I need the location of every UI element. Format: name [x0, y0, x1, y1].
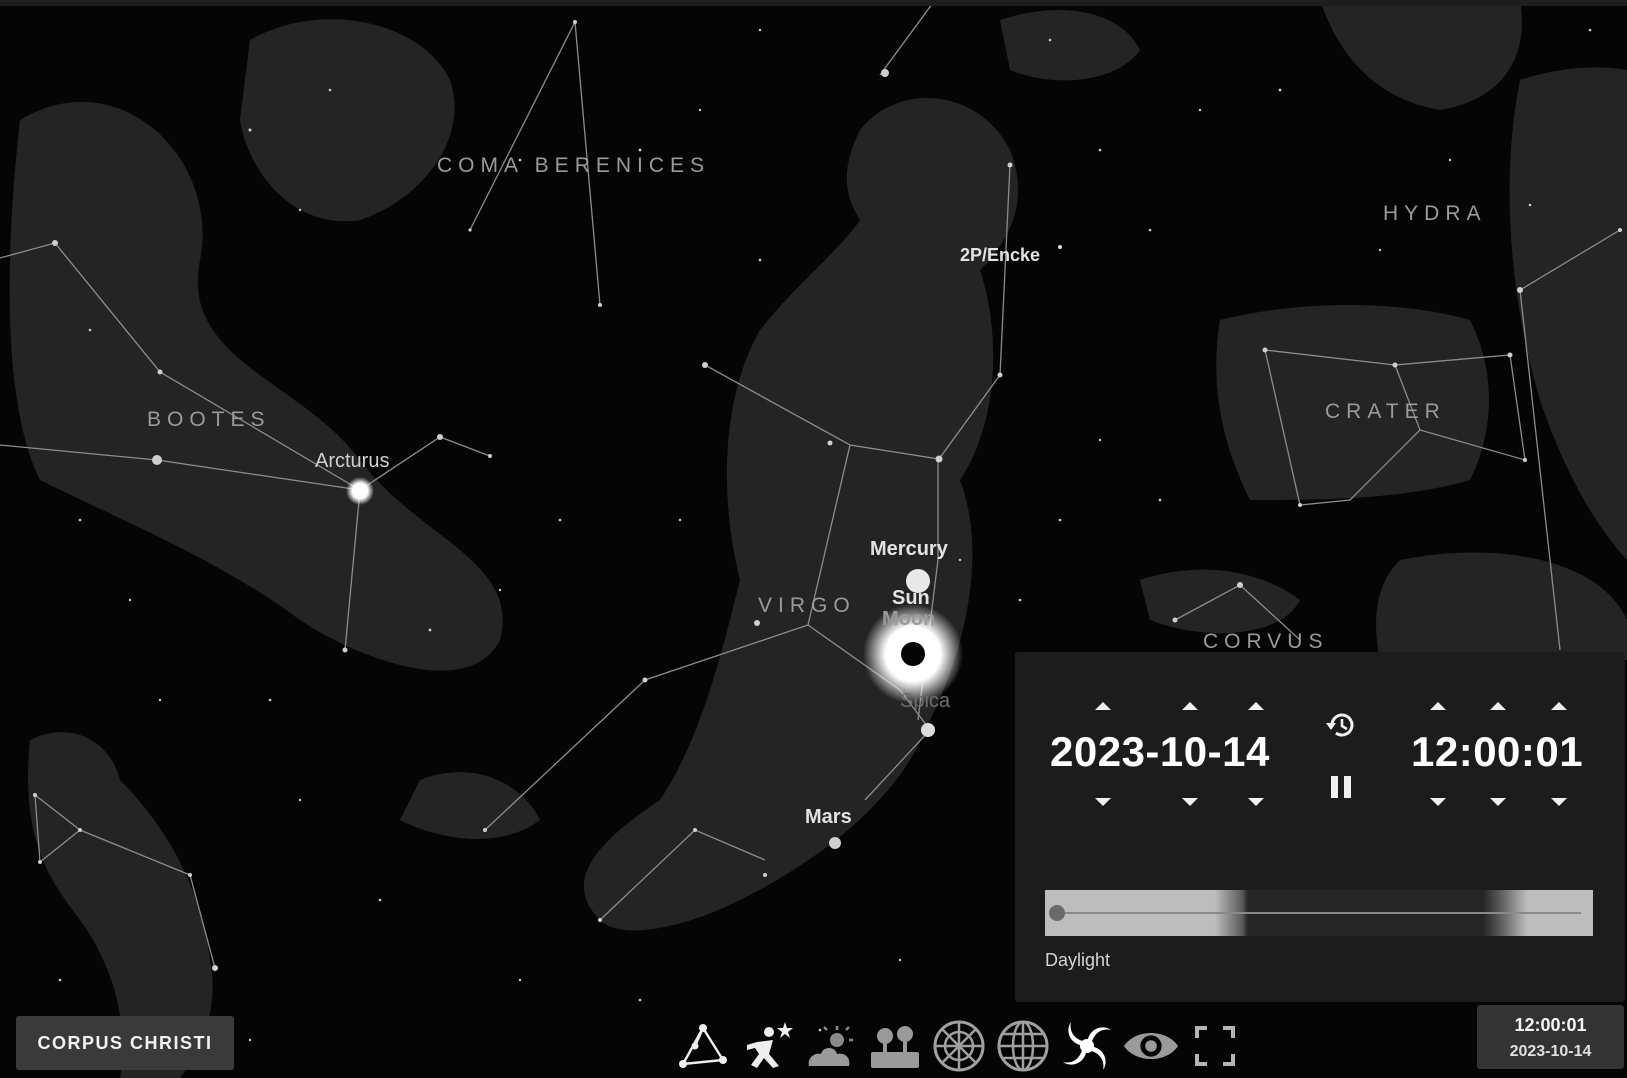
spica-label[interactable]: Spica	[900, 690, 950, 713]
mars-label[interactable]: Mars	[805, 806, 852, 829]
atmosphere-icon[interactable]	[802, 1018, 860, 1074]
mars-planet[interactable]	[829, 837, 841, 849]
night-mode-icon[interactable]	[1122, 1018, 1180, 1074]
constellation-label-coma-berenices: COMA BERENICES	[437, 154, 711, 177]
daylight-slider[interactable]	[1045, 890, 1593, 936]
year-down-arrow[interactable]	[1095, 798, 1111, 806]
top-edge	[0, 0, 1627, 6]
pause-icon[interactable]	[1331, 776, 1353, 798]
moon-label[interactable]: Moon	[882, 608, 935, 631]
date-display[interactable]: 2023-10-14	[1050, 728, 1270, 776]
constellation-label-corvus: CORVUS	[1203, 630, 1329, 653]
comet-label[interactable]: 2P/Encke	[960, 245, 1040, 266]
sun-label[interactable]: Sun	[892, 587, 930, 610]
reset-time-history-icon[interactable]	[1324, 708, 1358, 742]
month-down-arrow[interactable]	[1182, 798, 1198, 806]
day-up-arrow[interactable]	[1248, 702, 1264, 710]
clock-date: 2023-10-14	[1509, 1043, 1592, 1060]
constellation-label-bootes: BOOTES	[147, 408, 271, 431]
arcturus-core	[352, 483, 368, 499]
time-control-panel: 2023-10-14 12:00:01 Daylight	[1015, 652, 1625, 1002]
azimuthal-grid-icon[interactable]	[930, 1018, 988, 1074]
landscape-icon[interactable]	[866, 1018, 924, 1074]
bottom-toolbar	[674, 1018, 1244, 1074]
hour-up-arrow[interactable]	[1430, 702, 1446, 710]
time-display[interactable]: 12:00:01	[1411, 728, 1583, 776]
moon-disk[interactable]	[901, 642, 925, 666]
constellation-label-crater: CRATER	[1325, 400, 1446, 423]
constellation-label-virgo: VIRGO	[758, 594, 856, 617]
constellation-label-hydra: HYDRA	[1383, 202, 1487, 225]
fullscreen-icon[interactable]	[1186, 1018, 1244, 1074]
location-button[interactable]: CORPUS CHRISTI	[16, 1016, 234, 1070]
clock-time: 12:00:01	[1514, 1015, 1587, 1035]
comet-marker[interactable]	[1058, 245, 1062, 249]
month-up-arrow[interactable]	[1182, 702, 1198, 710]
minute-up-arrow[interactable]	[1490, 702, 1506, 710]
deep-sky-objects-icon[interactable]	[1058, 1018, 1116, 1074]
clock-display[interactable]: 12:00:01 2023-10-14	[1477, 1005, 1624, 1069]
arcturus-label[interactable]: Arcturus	[315, 450, 389, 473]
constellation-lines-icon[interactable]	[674, 1018, 732, 1074]
year-up-arrow[interactable]	[1095, 702, 1111, 710]
minute-down-arrow[interactable]	[1490, 798, 1506, 806]
daylight-slider-line	[1057, 912, 1581, 914]
constellation-art-icon[interactable]	[738, 1018, 796, 1074]
second-down-arrow[interactable]	[1551, 798, 1567, 806]
daylight-label: Daylight	[1045, 950, 1111, 970]
day-down-arrow[interactable]	[1248, 798, 1264, 806]
daylight-slider-knob[interactable]	[1049, 905, 1065, 921]
hour-down-arrow[interactable]	[1430, 798, 1446, 806]
equatorial-grid-icon[interactable]	[994, 1018, 1052, 1074]
spica-star[interactable]	[921, 723, 935, 737]
second-up-arrow[interactable]	[1551, 702, 1567, 710]
mercury-label[interactable]: Mercury	[870, 538, 948, 561]
